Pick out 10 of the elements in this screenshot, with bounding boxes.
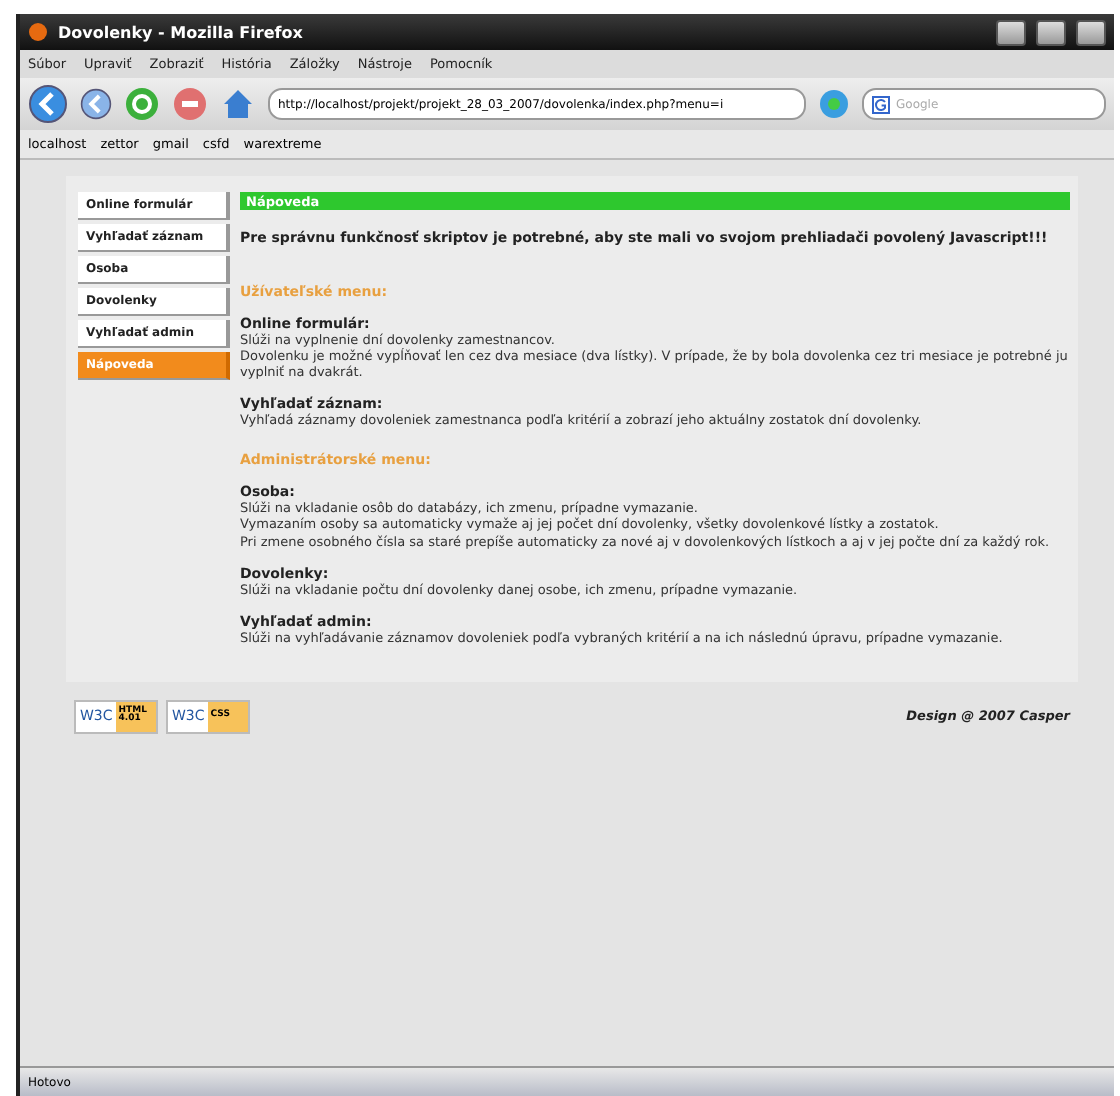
stop-icon[interactable]: [172, 86, 208, 122]
forward-icon[interactable]: [80, 88, 112, 120]
maximize-button[interactable]: [1036, 19, 1066, 45]
reload-icon[interactable]: [124, 86, 160, 122]
minimize-button[interactable]: [996, 19, 1026, 45]
window-title: Dovolenky - Mozilla Firefox: [58, 23, 305, 41]
back-icon[interactable]: [28, 84, 68, 124]
home-icon[interactable]: [220, 86, 256, 122]
search-engine-icon: [872, 95, 890, 113]
close-button[interactable]: [1076, 19, 1106, 45]
